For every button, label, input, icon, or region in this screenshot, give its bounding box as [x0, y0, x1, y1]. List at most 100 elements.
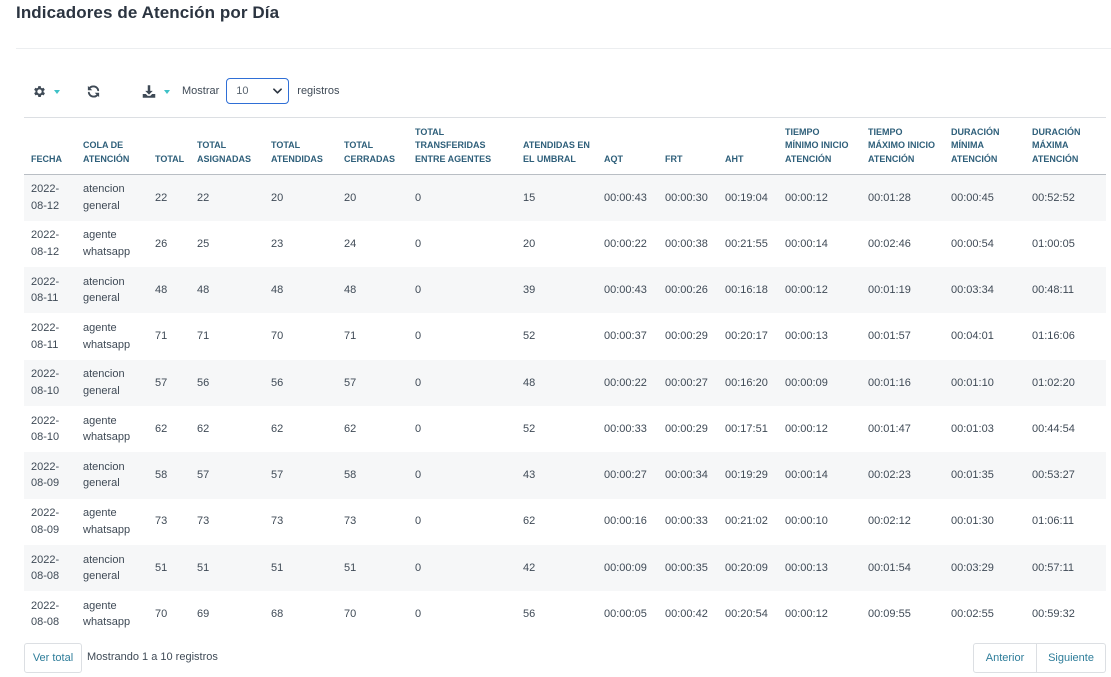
- column-header-text: ASIGNADAS: [197, 153, 252, 164]
- cell-total-asignadas: 25: [197, 237, 210, 250]
- column-header-cola-de-atencion[interactable]: COLA DE ATENCIÓN: [76, 117, 148, 175]
- column-header-total-cerradas[interactable]: TOTAL CERRADAS: [337, 117, 408, 175]
- cell-text: agente: [83, 599, 117, 612]
- cell-total-atendidas: 73: [271, 515, 284, 528]
- previous-page-button[interactable]: Anterior: [973, 643, 1037, 673]
- cell-text: atencion: [83, 275, 125, 288]
- column-header-total-asignadas[interactable]: TOTAL ASIGNADAS: [190, 117, 264, 175]
- column-header-text: ATENCIÓN: [1032, 153, 1079, 164]
- column-header-duracion-minima[interactable]: DURACIÓN MÍNIMA ATENCIÓN: [944, 117, 1025, 175]
- column-header-atendidas-en-umbral[interactable]: ATENDIDAS EN EL UMBRAL: [516, 117, 597, 175]
- cell-text: whatsapp: [83, 431, 131, 444]
- cell-total-cerradas: 73: [344, 515, 357, 528]
- cell-cola-de-atencion: atencion general: [76, 359, 148, 406]
- cell-atendidas-en-umbral: 52: [523, 330, 536, 343]
- cell-total: 58: [148, 452, 190, 499]
- cell-cola-de-atencion: atencion general: [76, 452, 148, 499]
- cell-atendidas-en-umbral: 43: [516, 452, 597, 499]
- cell-duracion-minima: 00:04:01: [951, 330, 994, 343]
- cell-cola-de-atencion: agente whatsapp: [76, 499, 148, 545]
- column-header-text: MÍNIMA: [951, 140, 984, 150]
- table-row: 2022- 08-10 atencion general 57 56 56 57 0 48 00:0…: [24, 359, 1106, 406]
- column-header-duracion-maxima[interactable]: DURACIÓN MÁXIMA ATENCIÓN: [1025, 117, 1106, 175]
- cell-atendidas-en-umbral: 42: [516, 544, 597, 592]
- cell-text: general: [83, 384, 120, 397]
- column-header-text: TOTAL: [197, 140, 227, 150]
- table-row: 2022- 08-09 agente whatsapp 73 73 73 73 0 62 00:00…: [24, 499, 1106, 545]
- cell-text: agente: [83, 507, 117, 520]
- column-header-text: TRANSFERIDAS: [415, 140, 486, 150]
- cell-frt: 00:00:35: [658, 544, 718, 592]
- cell-text: whatsapp: [83, 616, 131, 629]
- column-header-total-atendidas[interactable]: TOTAL ATENDIDAS: [264, 117, 337, 175]
- column-header-text: ATENDIDAS: [271, 153, 323, 164]
- cell-total-asignadas: 71: [197, 330, 210, 343]
- cell-total-transferidas: 0: [415, 330, 422, 343]
- column-header-text: DURACIÓN: [1032, 126, 1081, 137]
- column-header-text: FECHA: [31, 153, 62, 164]
- cell-tiempo-maximo-inicio: 00:01:19: [861, 267, 944, 314]
- page-size-select[interactable]: 10: [226, 78, 290, 104]
- column-header-tiempo-maximo-inicio[interactable]: TIEMPO MÁXIMO INICIO ATENCIÓN: [861, 117, 944, 175]
- chevron-down-icon: [164, 89, 170, 94]
- cell-tiempo-maximo-inicio: 00:01:54: [861, 544, 944, 592]
- cell-aht: 00:21:02: [725, 515, 768, 528]
- cell-total-atendidas: 62: [271, 422, 284, 435]
- cell-cola-de-atencion: agente whatsapp: [76, 313, 148, 359]
- cell-total-transferidas: 0: [408, 267, 516, 314]
- cell-total-asignadas: 22: [190, 174, 264, 221]
- column-header-aqt[interactable]: AQT: [597, 117, 658, 175]
- column-header-frt[interactable]: FRT: [658, 117, 718, 175]
- cell-duracion-minima: 00:03:34: [944, 267, 1025, 314]
- cell-text: 08-09: [31, 477, 60, 490]
- cell-aht: 00:19:29: [718, 452, 778, 499]
- table-row: 2022- 08-08 atencion general 51 51 51 51 0 42 00:0…: [24, 544, 1106, 592]
- cell-tiempo-minimo-inicio: 00:00:09: [778, 359, 861, 406]
- column-header-text: DURACIÓN: [951, 126, 1000, 137]
- refresh-button[interactable]: [86, 84, 101, 99]
- cell-tiempo-minimo-inicio: 00:00:14: [785, 237, 828, 250]
- cell-total-cerradas: 71: [344, 330, 357, 343]
- cell-tiempo-maximo-inicio: 00:01:16: [861, 359, 944, 406]
- next-page-button[interactable]: Siguiente: [1037, 643, 1106, 673]
- column-header-text: EL UMBRAL: [523, 153, 576, 164]
- cell-duracion-minima: 00:01:35: [944, 452, 1025, 499]
- column-header-text: TOTAL: [271, 140, 301, 150]
- cell-cola-de-atencion: agente whatsapp: [76, 406, 148, 452]
- cell-text: 08-12: [31, 199, 60, 212]
- cell-text: whatsapp: [83, 245, 131, 258]
- cell-text: general: [83, 570, 120, 583]
- cell-text: 08-11: [31, 338, 59, 351]
- cell-text: agente: [83, 414, 117, 427]
- cell-text: agente: [83, 229, 117, 242]
- settings-dropdown-button[interactable]: [32, 84, 60, 99]
- cell-duracion-minima: 00:00:54: [951, 237, 994, 250]
- column-header-total-transferidas[interactable]: TOTAL TRANSFERIDAS ENTRE AGENTES: [408, 117, 516, 175]
- cell-total-cerradas: 62: [344, 422, 357, 435]
- cell-cola-de-atencion: atencion general: [76, 267, 148, 314]
- cell-tiempo-maximo-inicio: 00:02:23: [861, 452, 944, 499]
- column-header-total[interactable]: TOTAL: [148, 117, 190, 175]
- column-header-tiempo-minimo-inicio[interactable]: TIEMPO MÍNIMO INICIO ATENCIÓN: [778, 117, 861, 175]
- cell-tiempo-minimo-inicio: 00:00:12: [785, 608, 828, 621]
- pagination: Anterior Siguiente: [973, 643, 1106, 673]
- cell-total: 71: [155, 330, 168, 343]
- ver-total-button[interactable]: Ver total: [24, 643, 82, 673]
- column-header-aht[interactable]: AHT: [718, 117, 778, 175]
- refresh-icon: [87, 84, 100, 98]
- cell-text: 08-09: [31, 523, 60, 536]
- cell-fecha: 2022- 08-12: [24, 174, 76, 221]
- cell-duracion-minima: 00:01:10: [944, 359, 1025, 406]
- column-header-fecha[interactable]: FECHA: [24, 117, 76, 175]
- cell-total-cerradas: 57: [337, 359, 408, 406]
- cell-total: 26: [155, 237, 168, 250]
- cell-total-cerradas: 20: [337, 174, 408, 221]
- chevron-down-icon: [54, 89, 60, 94]
- export-dropdown-button[interactable]: [141, 84, 170, 99]
- cell-atendidas-en-umbral: 62: [523, 515, 536, 528]
- cell-fecha: 2022- 08-11: [24, 313, 76, 359]
- cell-duracion-minima: 00:03:29: [944, 544, 1025, 592]
- cell-tiempo-minimo-inicio: 00:00:12: [778, 174, 861, 221]
- cell-atendidas-en-umbral: 56: [523, 608, 536, 621]
- column-header-text: AQT: [604, 153, 623, 164]
